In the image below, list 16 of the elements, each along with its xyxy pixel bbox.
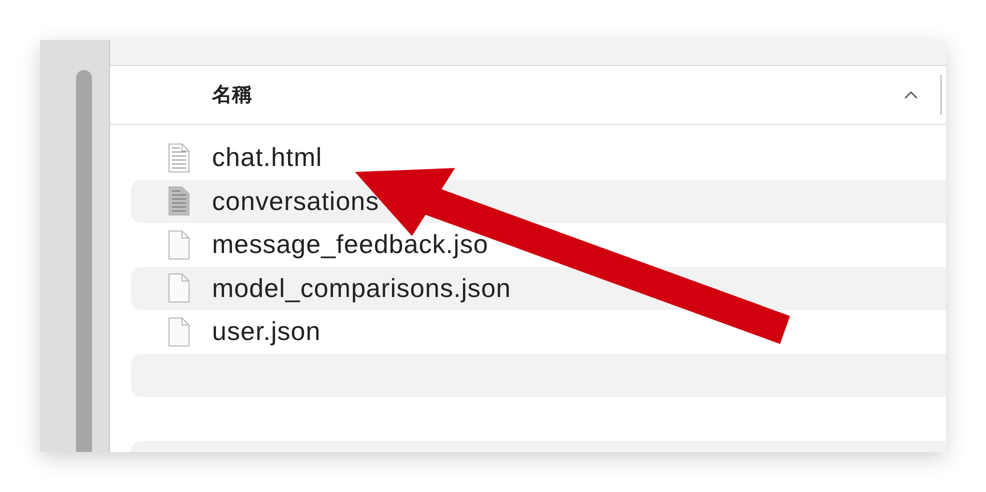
file-name: conversations bbox=[212, 184, 380, 218]
file-name: model_comparisons.json bbox=[212, 272, 512, 305]
file-row[interactable]: message_feedback.jso bbox=[131, 223, 946, 266]
document-icon bbox=[168, 186, 190, 216]
file-name: message_feedback.jso bbox=[212, 228, 488, 262]
file-row[interactable]: chat.html bbox=[131, 136, 946, 180]
file-name: user.json bbox=[212, 315, 321, 348]
file-row[interactable]: user.json bbox=[131, 310, 946, 354]
scrollbar-thumb[interactable] bbox=[76, 70, 92, 452]
column-title: 名稱 bbox=[212, 83, 253, 108]
file-name: chat.html bbox=[212, 141, 322, 174]
document-icon bbox=[168, 316, 190, 347]
column-header[interactable]: 名稱 bbox=[110, 66, 946, 125]
document-icon bbox=[168, 142, 190, 173]
document-icon bbox=[168, 273, 190, 304]
document-icon bbox=[168, 230, 190, 260]
